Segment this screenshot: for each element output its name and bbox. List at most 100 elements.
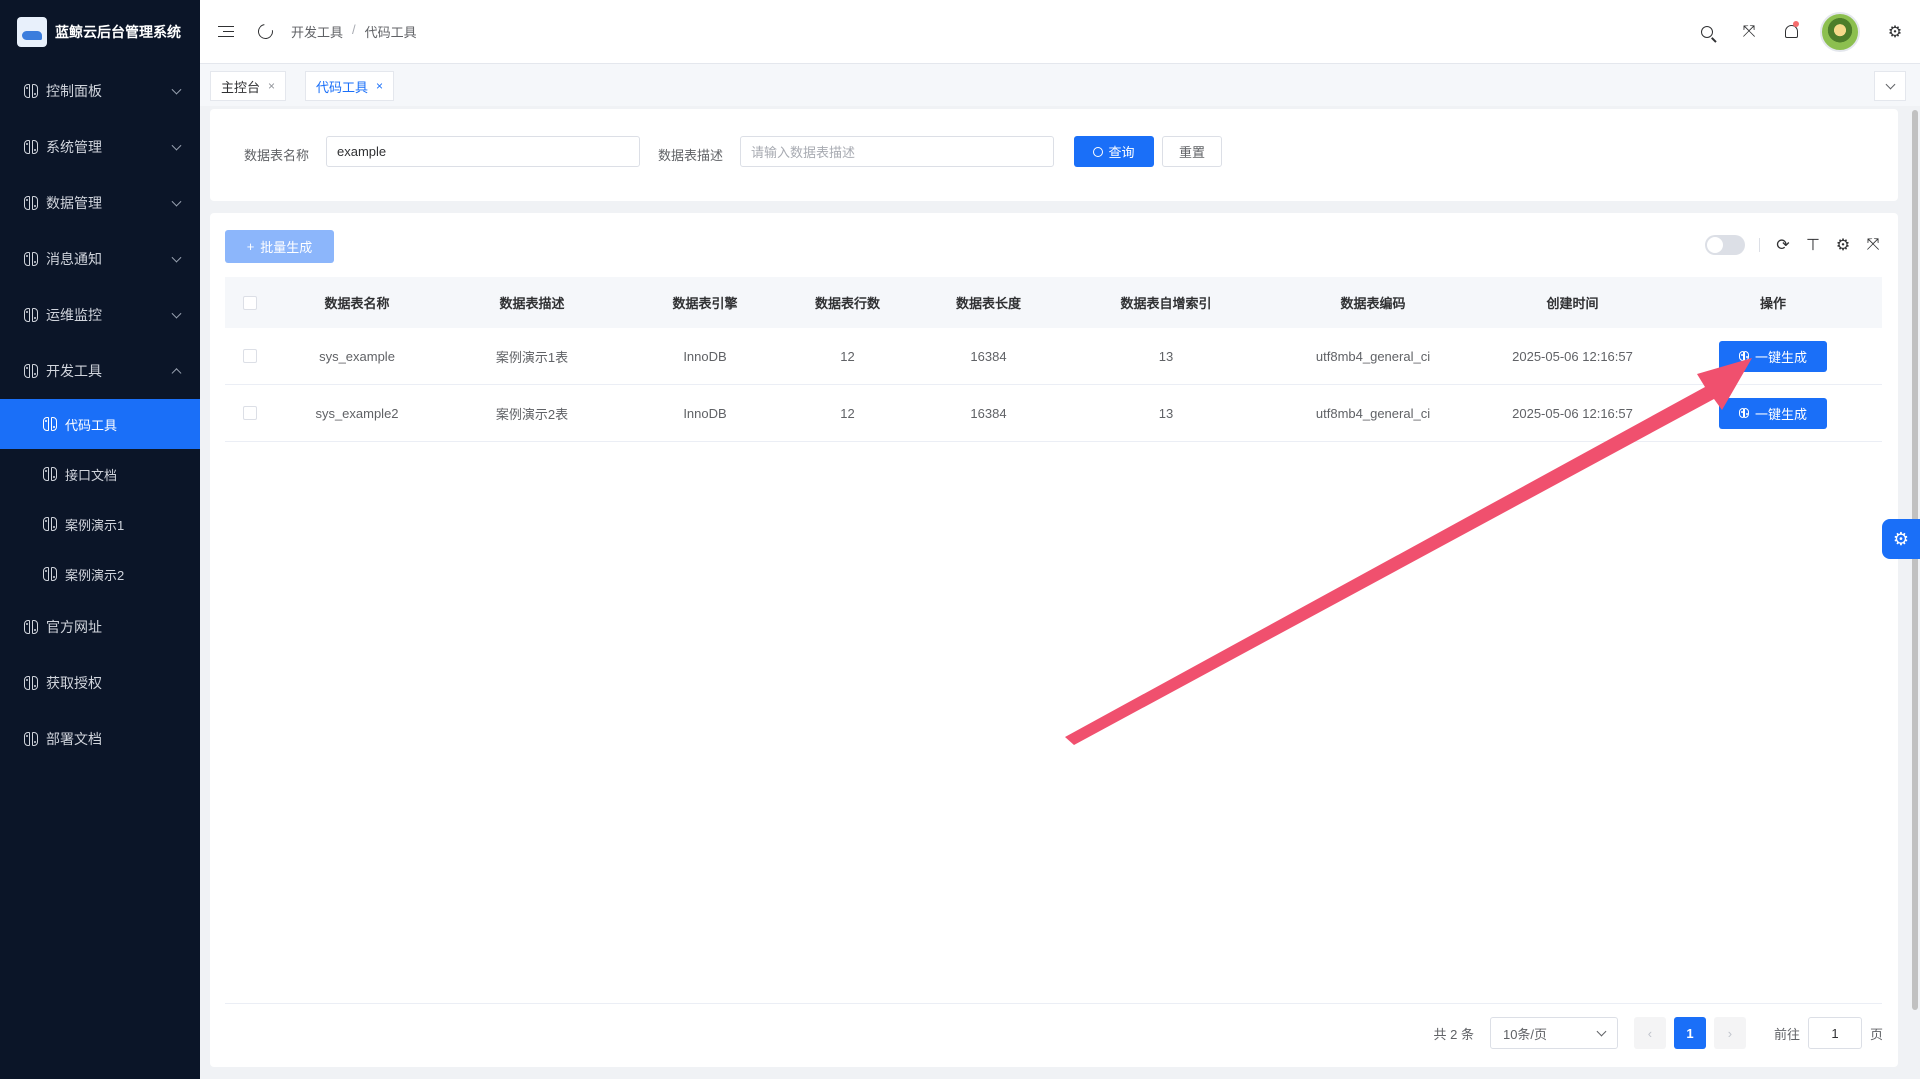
- cell-table-name: sys_example: [319, 348, 395, 364]
- cell-table-desc: 案例演示2表: [495, 406, 569, 422]
- sidebar: 蓝鲸云后台管理系统 控制面板 系统管理 数据管理 消息通知 运维监控 开发工具 …: [0, 0, 200, 1079]
- plus-icon: +: [246, 239, 255, 254]
- search-button[interactable]: [1686, 0, 1728, 63]
- column-header: 数据表名称: [324, 296, 390, 311]
- goto-page-input[interactable]: 1: [1807, 1017, 1862, 1049]
- switch-icon: [43, 517, 57, 531]
- cell-created-time: 2025-05-06 12:16:57: [1512, 405, 1633, 421]
- avatar[interactable]: [1820, 11, 1860, 52]
- cell-engine: InnoDB: [683, 405, 727, 421]
- cell-table-desc: 案例演示1表: [495, 349, 569, 365]
- sidebar-item-dashboard[interactable]: 控制面板: [0, 63, 200, 119]
- switch-icon: [24, 308, 38, 322]
- batch-generate-button[interactable]: + 批量生成: [225, 230, 334, 263]
- page-scrollbar[interactable]: [1912, 110, 1918, 1010]
- chevron-down-icon: [171, 196, 182, 207]
- table-desc-input[interactable]: 请输入数据表描述: [740, 136, 1054, 167]
- breadcrumb-item[interactable]: 开发工具: [291, 22, 343, 41]
- stripe-toggle[interactable]: [1705, 235, 1745, 255]
- sidebar-item-data[interactable]: 数据管理: [0, 175, 200, 231]
- chevron-down-icon: [171, 84, 182, 95]
- table-name-input[interactable]: example: [326, 136, 640, 167]
- sidebar-subitem-api-docs[interactable]: 接口文档: [0, 449, 200, 499]
- cell-actions: 一键生成: [1664, 397, 1882, 429]
- fullscreen-table-icon[interactable]: ⤧: [1858, 233, 1888, 257]
- sidebar-subitem-demo2[interactable]: 案例演示2: [0, 549, 200, 599]
- notification-button[interactable]: [1770, 0, 1812, 63]
- sidebar-item-label: 案例演示2: [65, 567, 125, 583]
- row-checkbox[interactable]: [243, 406, 257, 420]
- tab-code-tool[interactable]: 代码工具 ×: [305, 71, 395, 101]
- generate-button[interactable]: 一键生成: [1719, 397, 1827, 429]
- tabs-more-button[interactable]: [1874, 71, 1906, 101]
- select-all-checkbox[interactable]: [243, 295, 257, 310]
- column-header: 数据表编码: [1340, 296, 1406, 311]
- sidebar-item-devtools[interactable]: 开发工具: [0, 343, 200, 399]
- sidebar-item-deploy-docs[interactable]: 部署文档: [0, 711, 200, 767]
- refresh-icon[interactable]: [255, 21, 276, 42]
- generate-button[interactable]: 一键生成: [1719, 340, 1827, 372]
- reset-button[interactable]: 重置: [1162, 136, 1222, 167]
- fullscreen-icon: ⤧: [1742, 22, 1756, 40]
- close-icon[interactable]: ×: [268, 79, 275, 93]
- switch-icon: [24, 364, 38, 378]
- chevron-up-icon: [171, 368, 182, 379]
- close-icon[interactable]: ×: [376, 79, 383, 93]
- table-row: sys_example 案例演示1表 InnoDB 12 16384 13 ut…: [225, 328, 1882, 385]
- settings-button[interactable]: ⚙: [1874, 0, 1916, 63]
- sidebar-item-ops[interactable]: 运维监控: [0, 287, 200, 343]
- query-button[interactable]: 查询: [1074, 136, 1154, 167]
- toolbar-divider: [1759, 238, 1760, 252]
- table-desc-label: 数据表描述: [658, 148, 724, 163]
- app-title: 蓝鲸云后台管理系统: [55, 23, 181, 40]
- gear-icon: ⚙: [1892, 528, 1910, 549]
- sidebar-item-label: 控制面板: [46, 83, 102, 99]
- sidebar-item-license[interactable]: 获取授权: [0, 655, 200, 711]
- theme-settings-button[interactable]: ⚙: [1882, 519, 1920, 559]
- page-number-current[interactable]: 1: [1673, 1017, 1706, 1049]
- column-settings-icon[interactable]: ⚙: [1828, 233, 1858, 257]
- table-toolbar: ⟳ ⊤ ⚙ ⤧: [1705, 233, 1888, 257]
- sidebar-item-label: 开发工具: [46, 363, 102, 379]
- table-name-label: 数据表名称: [244, 148, 310, 163]
- cell-created-time: 2025-05-06 12:16:57: [1512, 348, 1633, 364]
- batch-generate-label: 批量生成: [260, 240, 313, 255]
- sidebar-item-notify[interactable]: 消息通知: [0, 231, 200, 287]
- menu-collapse-icon[interactable]: [218, 25, 234, 38]
- cell-length: 16384: [970, 405, 1007, 421]
- column-header: 创建时间: [1546, 296, 1599, 311]
- switch-icon: [43, 467, 57, 481]
- tab-home[interactable]: 主控台 ×: [210, 71, 287, 101]
- sidebar-subitem-demo1[interactable]: 案例演示1: [0, 499, 200, 549]
- generate-button-label: 一键生成: [1754, 406, 1807, 422]
- sidebar-item-label: 案例演示1: [65, 517, 125, 533]
- switch-icon: [24, 676, 38, 690]
- row-checkbox[interactable]: [243, 349, 257, 363]
- gear-icon: ⚙: [1887, 23, 1903, 41]
- fullscreen-button[interactable]: ⤧: [1728, 0, 1770, 63]
- switch-icon: [24, 620, 38, 634]
- sidebar-item-label: 系统管理: [46, 139, 102, 155]
- refresh-table-icon[interactable]: ⟳: [1768, 233, 1798, 257]
- prev-page-button[interactable]: ‹: [1633, 1017, 1666, 1049]
- page-size-select[interactable]: 10条/页: [1489, 1017, 1618, 1049]
- switch-icon: [24, 196, 38, 210]
- chevron-down-icon: [171, 252, 182, 263]
- sidebar-item-official-site[interactable]: 官方网址: [0, 599, 200, 655]
- sidebar-item-system[interactable]: 系统管理: [0, 119, 200, 175]
- chevron-down-icon: [171, 140, 182, 151]
- switch-icon: [43, 417, 57, 431]
- next-page-button[interactable]: ›: [1713, 1017, 1746, 1049]
- pagination-total: 共 2 条: [1433, 1026, 1474, 1042]
- pagination: 共 2 条 10条/页 ‹ 1 › 前往 1 页: [1433, 1017, 1883, 1049]
- switch-icon: [1738, 351, 1749, 361]
- density-icon[interactable]: ⊤: [1798, 233, 1828, 257]
- table-header: 数据表名称 数据表描述 数据表引擎 数据表行数 数据表长度 数据表自增索引 数据…: [225, 277, 1882, 328]
- sidebar-subitem-code-tool[interactable]: 代码工具: [0, 399, 200, 449]
- tab-label: 主控台: [221, 79, 261, 95]
- page-suffix-label: 页: [1869, 1026, 1883, 1042]
- cell-rows: 12: [840, 405, 855, 421]
- sidebar-item-label: 运维监控: [46, 307, 102, 323]
- switch-icon: [24, 84, 38, 98]
- cell-actions: 一键生成: [1664, 340, 1882, 372]
